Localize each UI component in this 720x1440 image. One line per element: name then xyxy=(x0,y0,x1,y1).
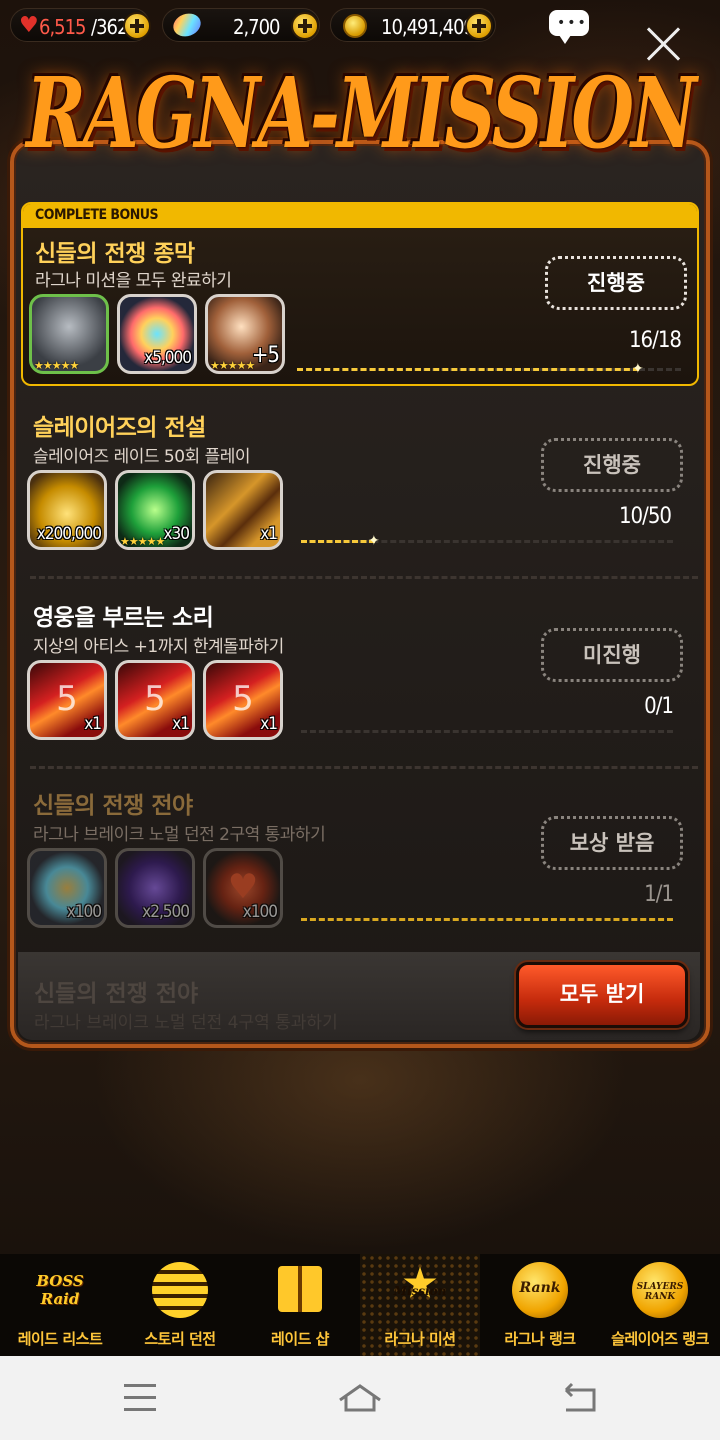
nav-icon-text: SLAYERS RANK xyxy=(636,1282,684,1302)
mission-title: 슬레이어즈의 전설 xyxy=(33,415,206,441)
nav-label: 라그나 랭크 xyxy=(504,1330,576,1348)
reward-gold-ticket[interactable]: x1 xyxy=(203,470,283,550)
progress-bar xyxy=(301,918,673,921)
reward-qty: x1 xyxy=(84,714,102,734)
mission-desc: 라그나 브레이크 노멀 던전 2구역 통과하기 xyxy=(33,825,326,845)
progress-bar xyxy=(301,730,673,733)
claim-all-button[interactable]: 모두 받기 xyxy=(516,962,688,1028)
reward-rainbow-gem[interactable]: x5,000 xyxy=(117,294,197,374)
reward-qty: x1 xyxy=(260,714,278,734)
nav-raid-list[interactable]: BOSS Raid 레이드 리스트 xyxy=(0,1254,120,1356)
progress-fill xyxy=(301,540,375,543)
mission-desc: 지상의 아티스 +1까지 한계돌파하기 xyxy=(33,637,284,657)
card-glyph: 5 xyxy=(232,679,254,719)
nav-icon-text: Rank xyxy=(519,1280,561,1296)
reward-qty: x200,000 xyxy=(36,524,102,544)
row-divider xyxy=(30,576,698,579)
nav-icon-text: BOSS Raid xyxy=(36,1272,84,1308)
heart-icon: ♥ xyxy=(227,867,259,907)
page-title: RAGNA-MISSION xyxy=(26,54,697,170)
reward-5star-card[interactable]: 5 x1 xyxy=(27,660,107,740)
nav-story-dungeon[interactable]: 스토리 던전 xyxy=(120,1254,240,1356)
mission-star-icon: ★ Mission xyxy=(392,1260,448,1318)
reward-qty: x1 xyxy=(260,524,278,544)
mission-status-button[interactable]: 진행중 xyxy=(541,438,683,492)
home-icon[interactable] xyxy=(330,1378,390,1418)
reward-rainbow-gem[interactable]: x100 xyxy=(27,848,107,928)
reward-5star-card[interactable]: 5 x1 xyxy=(203,660,283,740)
reward-heart-item[interactable]: ♥ x100 xyxy=(203,848,283,928)
progress-text: 0/1 xyxy=(644,694,674,719)
star-glyph: ★ xyxy=(402,1260,438,1305)
reward-qty: x2,500 xyxy=(142,902,190,922)
card-glyph: 5 xyxy=(144,679,166,719)
mission-desc: 라그나 미션을 모두 완료하기 xyxy=(35,271,232,291)
progress-fill xyxy=(297,368,639,371)
mission-title: 신들의 전쟁 종막 xyxy=(35,241,195,267)
back-icon[interactable] xyxy=(550,1378,610,1418)
progress-text: 16/18 xyxy=(628,328,682,353)
progress-fill xyxy=(301,918,673,921)
row-divider xyxy=(30,766,698,769)
reward-purple-gem[interactable]: x2,500 xyxy=(115,848,195,928)
nav-ragna-rank[interactable]: Rank 라그나 랭크 xyxy=(480,1254,600,1356)
nav-icon-text: Mission xyxy=(393,1284,447,1298)
reward-qty: +5 xyxy=(251,343,280,368)
mission-row: 영웅을 부르는 소리 지상의 아티스 +1까지 한계돌파하기 미진행 5 x1 … xyxy=(21,590,699,750)
reward-qty: x100 xyxy=(66,902,102,922)
story-dungeon-icon xyxy=(152,1262,208,1318)
mission-desc: 슬레이어즈 레이드 50회 플레이 xyxy=(33,447,251,467)
reward-5star-card[interactable]: 5 x1 xyxy=(115,660,195,740)
reward-stars: ★★★★★ xyxy=(120,535,165,548)
nav-label: 슬레이어즈 랭크 xyxy=(611,1330,709,1348)
progress-text: 1/1 xyxy=(644,882,674,907)
mission-row: 신들의 전쟁 전야 라그나 브레이크 노멀 던전 2구역 통과하기 보상 받음 … xyxy=(21,778,699,944)
nav-label: 스토리 던전 xyxy=(144,1330,216,1348)
reward-qty: x1 xyxy=(172,714,190,734)
boss-raid-icon: BOSS Raid xyxy=(32,1262,88,1318)
nav-slayers-rank[interactable]: SLAYERS RANK 슬레이어즈 랭크 xyxy=(600,1254,720,1356)
mission-status-button[interactable]: 진행중 xyxy=(545,256,687,310)
mission-row: 슬레이어즈의 전설 슬레이어즈 레이드 50회 플레이 진행중 x200,000… xyxy=(21,400,699,560)
reward-qty: x30 xyxy=(163,524,189,544)
nav-ragna-mission[interactable]: ★ Mission 라그나 미션 xyxy=(360,1254,480,1356)
reward-hero-portrait[interactable]: ★★★★★ xyxy=(29,294,109,374)
mission-title: 영웅을 부르는 소리 xyxy=(33,605,214,631)
reward-qty: x100 xyxy=(242,902,278,922)
ghost-mission-desc: 라그나 브레이크 노멀 던전 4구역 통과하기 xyxy=(34,1013,338,1033)
reward-stars: ★★★★★ xyxy=(34,359,79,372)
nav-label: 레이드 샵 xyxy=(271,1330,329,1348)
nav-label: 레이드 리스트 xyxy=(17,1330,103,1348)
system-nav-bar xyxy=(0,1356,720,1440)
complete-bonus-card: COMPLETE BONUS 신들의 전쟁 종막 라그나 미션을 모두 완료하기… xyxy=(21,202,699,386)
bottom-nav: BOSS Raid 레이드 리스트 스토리 던전 레이드 샵 ★ Mission… xyxy=(0,1254,720,1356)
gift-icon xyxy=(278,1266,322,1312)
recent-apps-icon[interactable] xyxy=(110,1378,170,1418)
slayers-rank-icon: SLAYERS RANK xyxy=(632,1262,688,1318)
reward-qty: x5,000 xyxy=(144,348,192,368)
ghost-mission-title: 신들의 전쟁 전야 xyxy=(34,981,199,1007)
sparkle-icon: ✦ xyxy=(632,361,644,377)
progress-text: 10/50 xyxy=(618,504,672,529)
bonus-label: COMPLETE BONUS xyxy=(35,207,159,223)
sparkle-icon: ✦ xyxy=(368,533,380,549)
mission-status-button[interactable]: 보상 받음 xyxy=(541,816,683,870)
card-glyph: 5 xyxy=(56,679,78,719)
reward-enhance-orb[interactable]: +5 ★★★★★ xyxy=(205,294,285,374)
progress-bar: ✦ xyxy=(297,362,681,376)
mission-status-button[interactable]: 미진행 xyxy=(541,628,683,682)
progress-bar: ✦ xyxy=(301,534,673,548)
reward-emerald-gem[interactable]: x30 ★★★★★ xyxy=(115,470,195,550)
mission-title: 신들의 전쟁 전야 xyxy=(33,793,193,819)
nav-label: 라그나 미션 xyxy=(384,1330,456,1348)
rank-globe-icon: Rank xyxy=(512,1262,568,1318)
nav-raid-shop[interactable]: 레이드 샵 xyxy=(240,1254,360,1356)
reward-stars: ★★★★★ xyxy=(210,359,255,372)
bonus-tab: COMPLETE BONUS xyxy=(23,204,697,228)
reward-gold-coins[interactable]: x200,000 xyxy=(27,470,107,550)
